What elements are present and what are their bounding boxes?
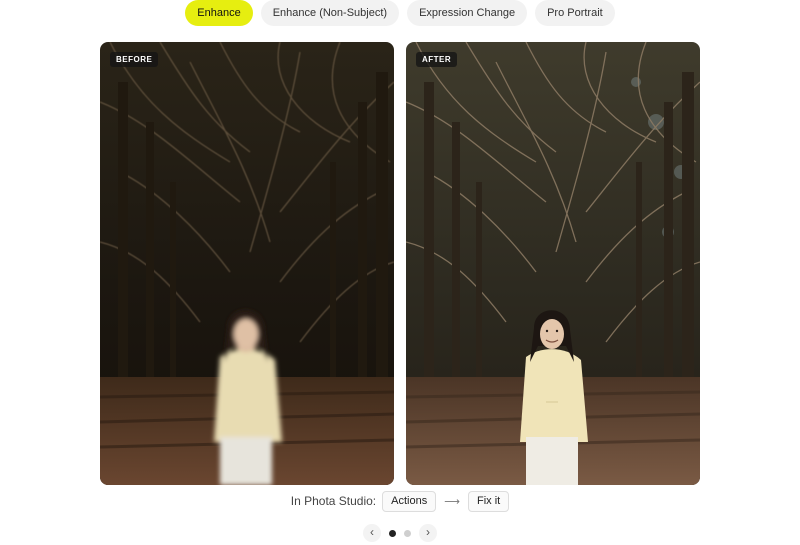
fix-it-button[interactable]: Fix it [468,490,510,512]
before-badge: BEFORE [110,52,159,67]
after-badge: AFTER [416,52,458,67]
chevron-right-icon[interactable]: › [419,524,437,542]
actions-button[interactable]: Actions [382,490,437,512]
mode-tabs: Enhance Enhance (Non-Subject) Expression… [0,0,800,26]
after-photo [406,42,700,485]
before-photo [100,42,394,485]
pager-dot-2[interactable] [404,529,411,537]
tab-enhance-non-subject[interactable]: Enhance (Non-Subject) [260,0,400,26]
pager-dot-1[interactable] [389,529,396,537]
tab-expression-change[interactable]: Expression Change [407,0,528,26]
studio-prefix: In Phota Studio: [290,494,377,508]
before-image: BEFORE [100,42,394,485]
chevron-left-icon[interactable]: ‹ [363,524,381,542]
studio-row: In Phota Studio: Actions ⟶ Fix it [0,490,800,512]
after-image: AFTER [406,42,700,485]
slider-pager: ‹ › [0,523,800,543]
arrow-right-icon: ⟶ [444,495,461,508]
tab-pro-portrait[interactable]: Pro Portrait [535,0,615,26]
tab-enhance[interactable]: Enhance [185,0,253,26]
